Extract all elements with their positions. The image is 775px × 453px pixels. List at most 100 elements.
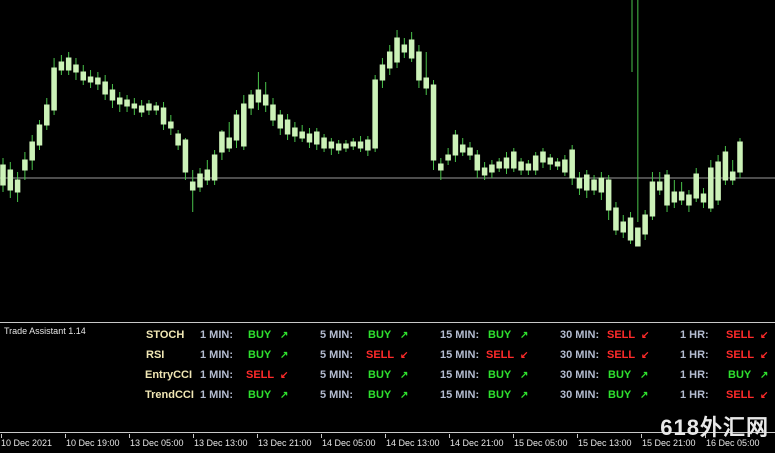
- time-tick-label: 15 Dec 05:00: [514, 438, 568, 448]
- candlestick: [343, 140, 349, 152]
- candle-body: [335, 143, 342, 151]
- row-label-stoch: STOCH: [146, 329, 185, 341]
- candlestick: [102, 75, 108, 100]
- candlestick: [729, 160, 736, 185]
- candle-body: [7, 169, 14, 191]
- candlestick: [394, 30, 400, 68]
- arrow-down-icon: ↙: [641, 350, 650, 361]
- candlestick: [124, 95, 130, 112]
- candlestick: [496, 158, 502, 172]
- candle-body: [438, 163, 444, 171]
- row-label-entrycci: EntryCCI: [145, 369, 193, 381]
- tf-label: 1 MIN:: [200, 389, 233, 401]
- tf-label: 30 MIN:: [560, 329, 600, 341]
- signal-stoch-5min: BUY: [368, 329, 392, 341]
- candlestick: [175, 130, 181, 150]
- arrow-up-icon: ↗: [400, 370, 409, 381]
- time-tick-label: 10 Dec 19:00: [66, 438, 120, 448]
- tf-label: 15 MIN:: [440, 329, 480, 341]
- candle-body: [65, 57, 72, 71]
- candle-body: [372, 79, 378, 149]
- candle-body: [708, 167, 714, 209]
- candlestick: [197, 168, 203, 192]
- candlestick: [241, 95, 247, 150]
- candle-body: [365, 139, 371, 151]
- candlestick: [328, 138, 335, 155]
- candle-body: [459, 144, 466, 153]
- candle-body: [131, 103, 138, 109]
- arrow-down-icon: ↙: [280, 370, 289, 381]
- candlestick: [87, 70, 94, 88]
- signal-stoch-15min: BUY: [488, 329, 512, 341]
- candle-body: [569, 149, 575, 179]
- candle-body: [0, 164, 6, 186]
- candle-body: [401, 44, 408, 53]
- candlestick: [532, 152, 539, 175]
- tf-label: 30 MIN:: [560, 369, 600, 381]
- candle-body: [51, 67, 57, 111]
- candle-body: [109, 89, 116, 101]
- candle-body: [547, 157, 554, 165]
- candlestick: [204, 160, 211, 185]
- panel-separator: [0, 322, 775, 323]
- candlestick: [576, 172, 583, 195]
- tf-label: 15 MIN:: [440, 389, 480, 401]
- candle-body: [175, 133, 181, 146]
- candle-body: [671, 191, 678, 203]
- candlestick: [489, 160, 495, 178]
- candle-body: [219, 131, 225, 153]
- tf-label: 5 MIN:: [320, 389, 353, 401]
- candle-body: [153, 105, 159, 111]
- candle-body: [138, 105, 145, 113]
- time-tick-label: 10 Dec 2021: [1, 438, 53, 448]
- candlestick: [386, 45, 393, 75]
- row-label-rsi: RSI: [146, 349, 165, 361]
- signal-stoch-30min: SELL: [607, 329, 636, 341]
- candlestick-chart: [0, 0, 775, 247]
- time-tick-label: 13 Dec 05:00: [130, 438, 184, 448]
- candlestick: [547, 154, 554, 170]
- time-tick-label: 14 Dec 13:00: [386, 438, 440, 448]
- candle-body: [613, 207, 619, 231]
- candle-body: [58, 61, 65, 71]
- arrow-up-icon: ↗: [760, 370, 769, 381]
- candle-body: [635, 227, 641, 247]
- candlestick: [299, 125, 305, 142]
- signal-rsi-1min: BUY: [248, 349, 272, 361]
- row-label-trendcci: TrendCCI: [145, 389, 194, 401]
- candle-body: [102, 81, 108, 95]
- price-chart[interactable]: [0, 0, 775, 320]
- candle-body: [430, 84, 437, 161]
- tf-label: 1 HR:: [680, 389, 709, 401]
- candle-body: [306, 133, 313, 143]
- candle-body: [386, 51, 393, 69]
- tf-label: 1 HR:: [680, 369, 709, 381]
- candle-body: [189, 181, 196, 191]
- candle-body: [423, 77, 429, 89]
- tf-label: 5 MIN:: [320, 329, 353, 341]
- candlestick: [73, 58, 79, 80]
- candlestick: [686, 190, 692, 212]
- tf-label: 30 MIN:: [560, 389, 600, 401]
- candle-body: [116, 97, 123, 105]
- candle-body: [408, 39, 415, 59]
- candlestick: [262, 82, 269, 112]
- time-tick-label: 14 Dec 05:00: [322, 438, 376, 448]
- candlestick: [44, 98, 50, 130]
- candlestick: [642, 210, 648, 240]
- candle-body: [14, 179, 21, 193]
- candle-body: [664, 174, 670, 206]
- candle-body: [95, 77, 101, 85]
- signal-entrycci-1min: SELL: [246, 369, 275, 381]
- candlestick: [255, 72, 262, 110]
- candle-body: [241, 103, 247, 147]
- candlestick: [459, 138, 466, 156]
- candlestick: [554, 158, 561, 170]
- candlestick: [445, 148, 451, 165]
- candlestick: [678, 182, 685, 205]
- time-tick-label: 14 Dec 21:00: [450, 438, 504, 448]
- candlestick: [182, 138, 189, 180]
- candlestick: [0, 158, 6, 192]
- tf-label: 30 MIN:: [560, 349, 600, 361]
- tf-label: 15 MIN:: [440, 369, 480, 381]
